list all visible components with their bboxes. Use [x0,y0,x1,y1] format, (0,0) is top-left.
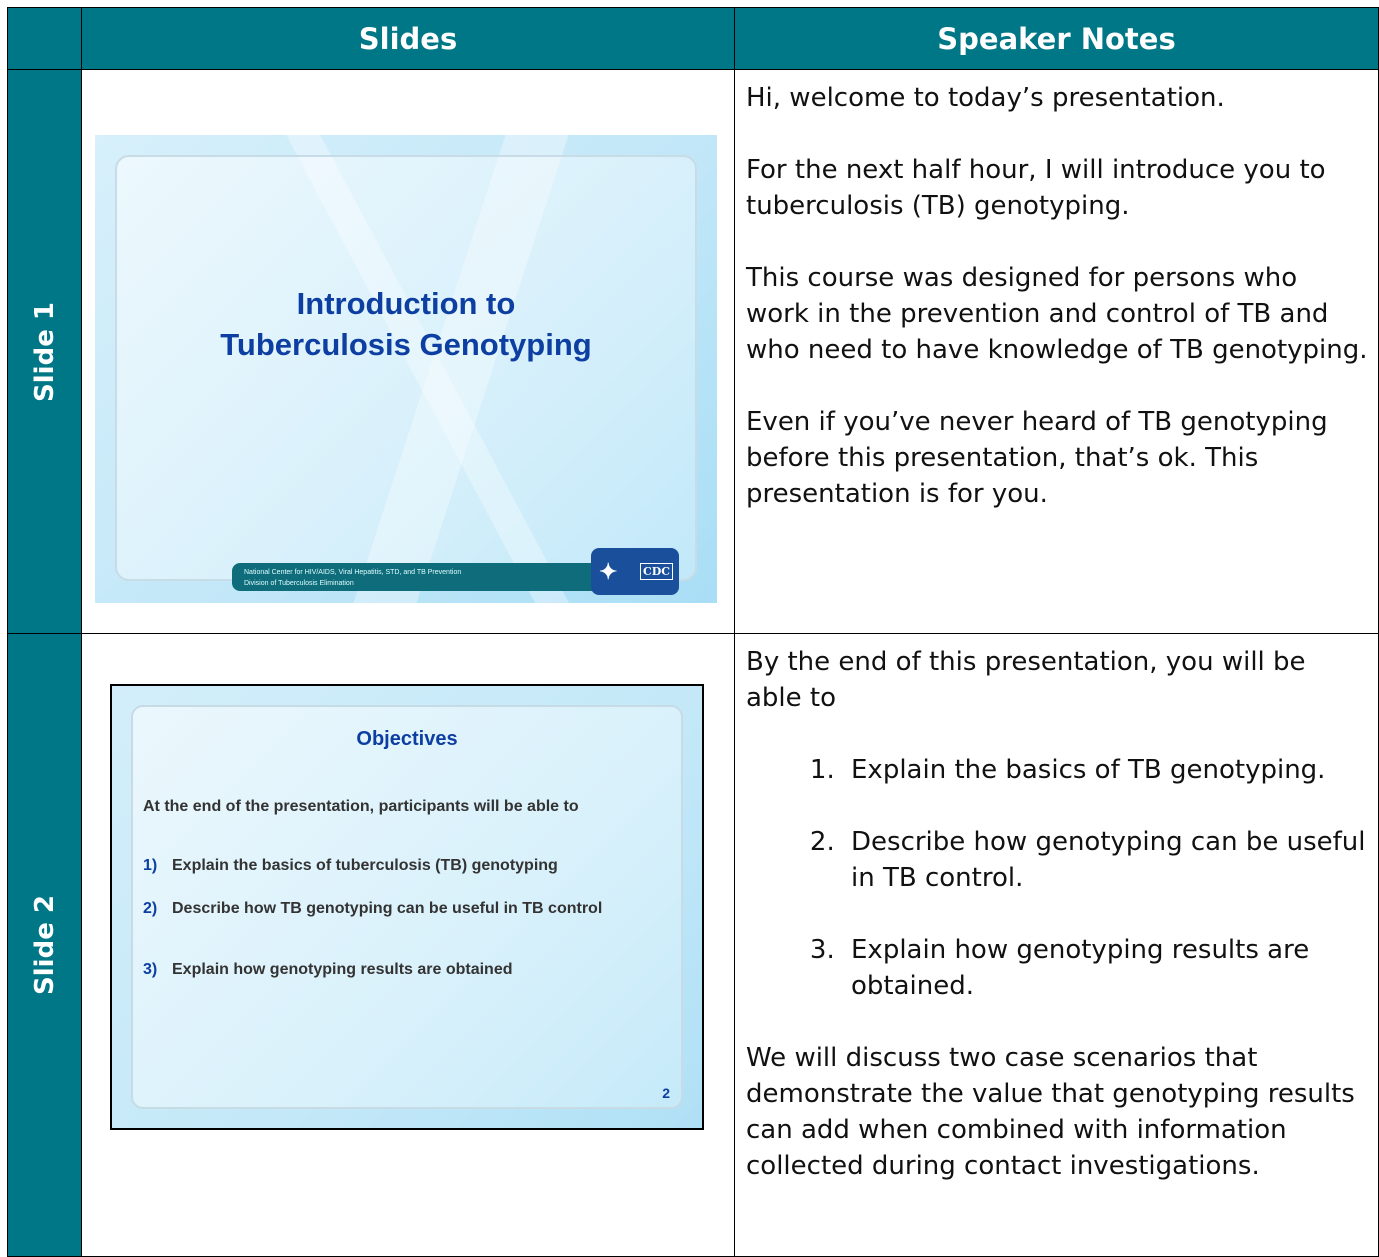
hhs-eagle-icon: ✦ [599,559,618,585]
note-list-item: Explain the basics of TB genotyping. [843,752,1368,788]
slide-objective-item: 2) Describe how TB genotyping can be use… [143,900,603,917]
note-paragraph: For the next half hour, I will introduce… [746,155,1326,221]
slide-frame [115,155,697,581]
note-paragraph: Even if you’ve never heard of TB genotyp… [746,407,1328,509]
header-slides: Slides [81,7,735,70]
row-label-slide-2: Slide 2 [7,633,82,1257]
note-paragraph: We will discuss two case scenarios that … [746,1043,1355,1181]
slide-title: Introduction to Tuberculosis Genotyping [220,286,592,362]
row-label-slide-1: Slide 1 [7,69,82,634]
note-paragraph: This course was designed for persons who… [746,263,1368,365]
slide-intro-text: At the end of the presentation, particip… [143,798,579,815]
slide-cell-2: Objectives At the end of the presentatio… [81,633,735,1257]
header-notes-label: Speaker Notes [937,21,1176,56]
note-objectives-list: Explain the basics of TB genotyping. Des… [746,752,1368,1004]
header-corner-cell [7,7,82,70]
slide-title: Objectives [356,728,458,750]
header-slides-label: Slides [358,21,458,56]
slides-notes-table: Slides Speaker Notes Slide 1 Introductio… [7,7,1379,1257]
notes-cell-1: Hi, welcome to today’s presentation. For… [734,69,1379,634]
cdc-logo: ✦ CDC [591,548,679,595]
slide-objective-item: 1) Explain the basics of tuberculosis (T… [143,857,558,874]
slide-objective-item: 3) Explain how genotyping results are ob… [143,961,513,978]
row-label-text: Slide 1 [29,301,60,402]
slide-thumbnail-2: Objectives At the end of the presentatio… [110,684,704,1130]
slide-page-number: 2 [662,1085,670,1101]
slide-thumbnail-1: Introduction to Tuberculosis Genotyping … [95,135,717,603]
header-speaker-notes: Speaker Notes [734,7,1379,70]
row-label-text: Slide 2 [29,895,60,995]
notes-cell-2: By the end of this presentation, you wil… [734,633,1379,1257]
note-paragraph: By the end of this presentation, you wil… [746,647,1306,713]
slide-footer-bar: National Center for HIV/AIDS, Viral Hepa… [232,563,597,591]
note-list-item: Describe how genotyping can be useful in… [843,824,1368,896]
slide-cell-1: Introduction to Tuberculosis Genotyping … [81,69,735,634]
note-paragraph: Hi, welcome to today’s presentation. [746,83,1225,113]
note-list-item: Explain how genotyping results are obtai… [843,932,1368,1004]
